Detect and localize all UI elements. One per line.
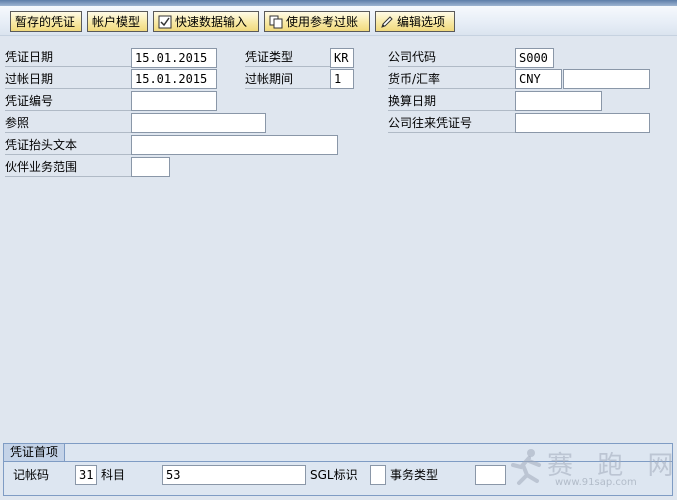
sgl-indicator-label: SGL标识	[310, 468, 358, 482]
parked-document-label: 暂存的凭证	[15, 15, 76, 29]
document-type-label: 凭证类型	[245, 48, 330, 67]
account-model-label: 帐户模型	[92, 15, 141, 29]
fast-entry-icon	[158, 15, 172, 29]
posting-key-input[interactable]: 31	[75, 465, 97, 485]
intercompany-number-input[interactable]	[515, 113, 650, 133]
post-with-reference-button[interactable]: 使用参考过账	[264, 11, 370, 32]
company-code-input[interactable]: S000	[515, 48, 554, 68]
account-label: 科目	[101, 468, 126, 482]
pencil-icon	[380, 15, 394, 29]
sap-screen: 暂存的凭证 帐户模型 快速数据输入 使用参考过账 编辑选项 凭证日期 15.01…	[0, 0, 677, 500]
copy-document-icon	[269, 15, 283, 29]
fast-data-entry-label: 快速数据输入	[175, 15, 248, 29]
account-input[interactable]: 53	[162, 465, 306, 485]
currency-rate-label: 货币/汇率	[388, 70, 515, 89]
group-divider	[4, 461, 672, 462]
posting-date-input[interactable]: 15.01.2015	[131, 69, 217, 89]
document-number-input[interactable]	[131, 91, 217, 111]
reference-label: 参照	[5, 114, 131, 133]
intercompany-number-label: 公司往来凭证号	[388, 114, 515, 133]
exchange-rate-input[interactable]	[563, 69, 650, 89]
transaction-type-input[interactable]	[475, 465, 506, 485]
document-type-input[interactable]: KR	[330, 48, 354, 68]
document-date-input[interactable]: 15.01.2015	[131, 48, 217, 68]
editing-options-label: 编辑选项	[397, 15, 446, 29]
posting-key-label: 记帐码	[13, 468, 50, 482]
period-label: 过帐期间	[245, 70, 330, 89]
header-text-label: 凭证抬头文本	[5, 136, 131, 155]
partner-business-area-label: 伙伴业务范围	[5, 158, 131, 177]
partner-business-area-input[interactable]	[131, 157, 170, 177]
translation-date-input[interactable]	[515, 91, 602, 111]
document-date-label: 凭证日期	[5, 48, 131, 67]
posting-date-label: 过帐日期	[5, 70, 131, 89]
application-toolbar: 暂存的凭证 帐户模型 快速数据输入 使用参考过账 编辑选项	[0, 6, 677, 36]
reference-input[interactable]	[131, 113, 266, 133]
period-input[interactable]: 1	[330, 69, 354, 89]
document-number-label: 凭证编号	[5, 92, 131, 111]
post-with-reference-label: 使用参考过账	[286, 15, 359, 29]
editing-options-button[interactable]: 编辑选项	[375, 11, 455, 32]
account-model-button[interactable]: 帐户模型	[87, 11, 148, 32]
sgl-indicator-input[interactable]	[370, 465, 386, 485]
company-code-label: 公司代码	[388, 48, 515, 67]
transaction-type-label: 事务类型	[390, 468, 439, 482]
first-line-item-title: 凭证首项	[4, 444, 66, 462]
header-text-input[interactable]	[131, 135, 338, 155]
currency-input[interactable]: CNY	[515, 69, 562, 89]
parked-document-button[interactable]: 暂存的凭证	[10, 11, 82, 32]
translation-date-label: 换算日期	[388, 92, 515, 111]
fast-data-entry-button[interactable]: 快速数据输入	[153, 11, 259, 32]
